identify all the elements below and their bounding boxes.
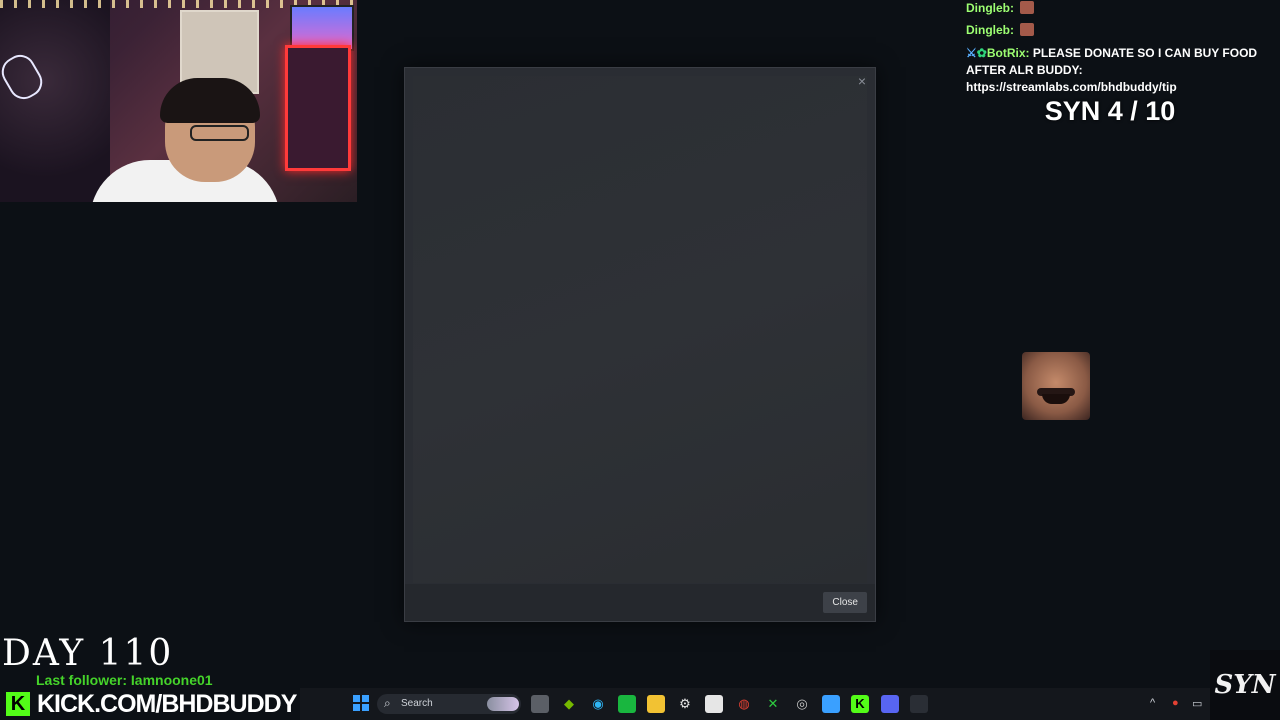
neon-light [285,45,351,171]
dialog-footer: Close [405,584,875,621]
chat-username: BotRix [986,46,1026,60]
search-label: Search [401,698,433,709]
chat-username: Dingleb [966,1,1010,15]
display-tray-icon[interactable]: ▭ [1192,697,1202,710]
chat-emote-icon [1020,23,1035,36]
streamer-hair [160,78,260,123]
stream-screen: × Close Dingleb: Dingleb: ⚔✿BotRix: PLEA… [0,0,1280,720]
close-button[interactable]: Close [823,592,867,613]
syn-counter: SYN 4 / 10 [1044,96,1176,126]
kick-logo-icon: K [6,692,30,716]
chat-message: ⚔✿BotRix: PLEASE DONATE SO I CAN BUY FOO… [966,45,1271,96]
empty-dialog: × Close [404,67,876,622]
store-icon[interactable] [705,695,723,713]
discord-icon[interactable] [881,695,899,713]
chat-emote-icon [1020,1,1035,14]
webcam-wall [0,0,110,202]
kick-app-icon[interactable]: K [851,695,869,713]
chat-separator: : [1010,1,1014,15]
chrome-icon[interactable]: ◍ [735,695,753,713]
spreadsheet-app-icon[interactable] [618,695,636,713]
dialog-content [413,76,867,583]
sword-badge-icon: ⚔ [966,46,977,60]
emote-mouth [1042,394,1070,404]
chat-separator: : [1025,46,1030,60]
task-view-icon[interactable] [531,695,549,713]
steam-icon[interactable]: ⚙ [676,695,694,713]
chat-message: Dingleb: [966,0,1035,17]
laughing-emote-icon [1022,352,1090,420]
kick-url: KICK.COM/BHDBUDDY [37,690,297,718]
obs-icon[interactable]: ◎ [793,695,811,713]
edge-icon[interactable]: ◉ [589,695,607,713]
file-explorer-icon[interactable] [647,695,665,713]
chat-username: Dingleb [966,23,1010,37]
chat-separator: : [1010,23,1014,37]
xbox-icon[interactable]: ✕ [764,695,782,713]
taskbar-search[interactable]: ⌕ Search [377,694,521,714]
windows-start-icon[interactable] [352,695,370,713]
day-counter: DAY 110 [2,633,174,674]
close-icon[interactable]: × [853,72,871,90]
chat-message: Dingleb: [966,22,1035,39]
tray-chevron-icon[interactable]: ^ [1150,697,1155,709]
search-highlight-icon [487,697,519,711]
streamer-glasses [190,125,249,141]
webcam-feed [0,0,357,202]
app-icon[interactable] [822,695,840,713]
last-follower: Last follower: Iamnoone01 [36,672,213,688]
mic-tray-icon[interactable]: ● [1172,697,1179,709]
syn-brand-logo: SYN [1210,650,1280,720]
search-icon: ⌕ [384,696,391,710]
bot-badge-icon: ✿ [976,46,987,60]
nvidia-icon[interactable]: ◆ [560,695,578,713]
active-window-icon[interactable] [910,695,928,713]
